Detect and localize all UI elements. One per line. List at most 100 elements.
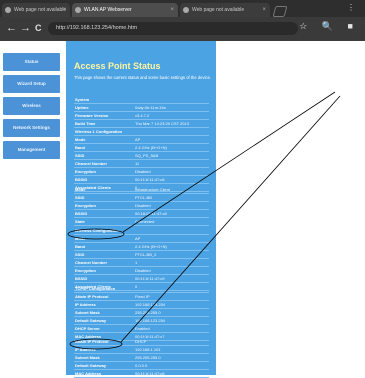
browser-tab-strip: Web page not available × WLAN AP Webserv… — [0, 0, 365, 17]
tab-page-not-available-1[interactable]: Web page not available × — [2, 3, 70, 17]
row-label: Default Gateway — [74, 361, 134, 370]
table-row: Channel Number 11 — [74, 159, 209, 168]
table-row: SSID PTCL-BB — [74, 193, 209, 202]
table-row: SSID SQ_PS_5AB — [74, 151, 209, 160]
row-label: Wireless Configuration — [74, 227, 134, 235]
table-row: Firmware Version v3.4.7.2 — [74, 111, 209, 120]
row-label: Band — [74, 143, 134, 152]
new-tab-button[interactable] — [272, 6, 288, 17]
table-row: Default Gateway 0.0.0.0 — [74, 361, 209, 370]
row-label: BSSID — [74, 274, 134, 283]
row-value: DHCP — [134, 338, 209, 346]
page-title: Access Point Status — [74, 61, 161, 71]
row-value: 00:1f:1f:11:47:c8 — [134, 175, 209, 184]
row-value: 255.255.255.0 — [134, 308, 209, 317]
row-label: Default Gateway — [74, 316, 134, 325]
row-label: System — [74, 96, 134, 104]
row-value: 0day:0h:41m:34s — [134, 103, 209, 112]
close-icon[interactable]: × — [170, 3, 174, 17]
row-label: Firmware Version — [74, 111, 134, 120]
page-icon — [5, 7, 11, 13]
row-label: Mode — [74, 186, 134, 194]
tab-label: WLAN AP Webserver — [84, 7, 132, 13]
row-value: Connected — [134, 217, 209, 226]
toolbar-icons[interactable]: ☆ 🔍 ■ — [299, 21, 359, 32]
row-label: IP Address — [74, 300, 134, 309]
row-label: SSID — [74, 250, 134, 259]
table-row: Channel Number 1 — [74, 258, 209, 267]
wan-table: Attain IP Protocol DHCP IP Address 192.168.… — [74, 338, 209, 378]
sidebar-item-network[interactable]: Network Settings — [3, 119, 60, 137]
row-value: AP — [134, 135, 209, 144]
status-panel: Access Point Status This page shows the … — [66, 41, 216, 378]
back-button[interactable]: ← — [6, 21, 17, 35]
row-label: DHCP Server — [74, 324, 134, 333]
row-label: Uptime — [74, 103, 134, 112]
tab-wlan-ap-webserver[interactable]: WLAN AP Webserver × — [72, 3, 178, 17]
row-value: PTCL-BB — [134, 193, 209, 202]
row-label: SSID — [74, 151, 134, 160]
row-label: Build Time — [74, 119, 134, 128]
table-row: Build Time Thu Mar 7 14:23:29 CST 2013 — [74, 119, 209, 128]
row-value: v3.4.7.2 — [134, 111, 209, 120]
row-value: Thu Mar 7 14:23:29 CST 2013 — [134, 119, 209, 128]
table-row: Wireless 1 Configuration — [74, 128, 209, 136]
row-label: Mode — [74, 234, 134, 243]
row-label: Subnet Mask — [74, 353, 134, 362]
menu-icon[interactable]: ⋮ — [347, 3, 355, 12]
sidebar-item-status[interactable]: Status — [3, 53, 60, 71]
system-table: System Uptime 0day:0h:41m:34s Firmware Vers… — [74, 96, 209, 128]
row-value: 11 — [134, 159, 209, 168]
row-label: State — [74, 217, 134, 226]
row-label: Channel Number — [74, 258, 134, 267]
table-row: Attain IP Protocol DHCP — [74, 338, 209, 346]
table-row: Mode AP — [74, 234, 209, 243]
row-value — [134, 227, 209, 235]
router-admin-page: Status Wizard Setup Wireless Network Set… — [0, 41, 365, 378]
close-icon[interactable]: × — [62, 3, 66, 17]
row-label: MAC Address — [74, 369, 134, 378]
page-description: This page shows the current status and s… — [74, 75, 212, 80]
address-bar[interactable]: http://192.168.123.254/home.htm — [48, 22, 298, 35]
row-label: Band — [74, 242, 134, 251]
sidebar-item-management[interactable]: Management — [3, 141, 60, 159]
row-value: 2.4 GHz (B+G+N) — [134, 143, 209, 152]
table-row: Mode AP — [74, 135, 209, 144]
row-value: 00:18:02:11:47:c8 — [134, 209, 209, 218]
table-row: TCP/IP Configuration — [74, 285, 209, 293]
table-row: DHCP Server Enabled — [74, 324, 209, 333]
row-value: 192.168.123.254 — [134, 300, 209, 309]
row-value: Disabled — [134, 201, 209, 210]
row-label: Mode — [74, 135, 134, 144]
row-value: Enabled — [134, 324, 209, 333]
page-icon — [183, 7, 189, 13]
row-value: Disabled — [134, 266, 209, 275]
table-row: BSSID 00:18:02:11:47:c8 — [74, 209, 209, 218]
table-row: IP Address 192.168.123.254 — [74, 300, 209, 309]
table-row: BSSID 00:1f:1f:11:47:c9 — [74, 274, 209, 283]
row-value: 255.255.255.0 — [134, 353, 209, 362]
tab-page-not-available-2[interactable]: Web page not available × — [180, 3, 270, 17]
row-value: Disabled — [134, 167, 209, 176]
row-label: BSSID — [74, 175, 134, 184]
close-icon[interactable]: × — [262, 3, 266, 17]
row-value: AP — [134, 234, 209, 243]
sidebar-item-wizard[interactable]: Wizard Setup — [3, 75, 60, 93]
forward-button[interactable]: → — [20, 21, 31, 35]
table-row: Encryption Disabled — [74, 266, 209, 275]
table-row: Subnet Mask 255.255.255.0 — [74, 353, 209, 362]
table-row: MAC Address 00:1f:1f:11:47:c8 — [74, 369, 209, 378]
row-label: Attain IP Protocol — [74, 338, 134, 346]
row-label: Subnet Mask — [74, 308, 134, 317]
row-label: BSSID — [74, 209, 134, 218]
browser-toolbar: ← → C http://192.168.123.254/home.htm ☆ … — [0, 17, 365, 41]
sidebar-item-wireless[interactable]: Wireless — [3, 97, 60, 115]
row-value — [134, 285, 209, 293]
table-row: Encryption Disabled — [74, 167, 209, 176]
row-label: TCP/IP Configuration — [74, 285, 134, 293]
table-row: Uptime 0day:0h:41m:34s — [74, 103, 209, 112]
row-label: Attain IP Protocol — [74, 292, 134, 301]
row-label: Channel Number — [74, 159, 134, 168]
row-value: 00:1f:1f:11:47:c9 — [134, 274, 209, 283]
reload-button[interactable]: C — [35, 21, 42, 35]
